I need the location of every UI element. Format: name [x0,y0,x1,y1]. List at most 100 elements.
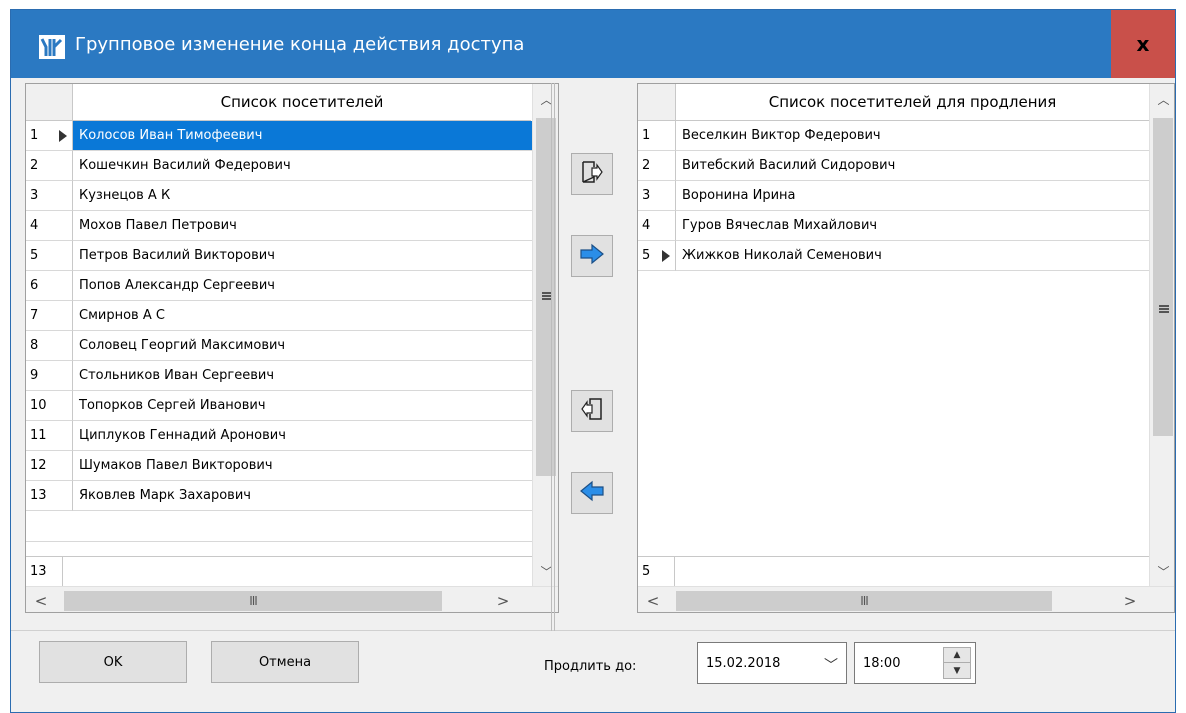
hscroll-grip: III [249,594,258,608]
visitor-name-cell: Стольников Иван Сергеевич [73,361,532,391]
table-row[interactable]: 2 Витебский Василий Сидорович [638,151,1149,181]
extension-horizontal-scrollbar[interactable]: < III > [638,586,1174,612]
row-number: 3 [26,181,73,211]
visitor-name-cell: Циплуков Геннадий Аронович [73,421,532,451]
table-row[interactable]: 10 Топорков Сергей Иванович [26,391,532,421]
move-left-button[interactable] [571,472,613,514]
visitor-name-cell: Петров Василий Викторович [73,241,532,271]
extension-visitors-column-header[interactable]: Список посетителей для продления [676,84,1149,121]
move-all-right-button[interactable] [571,153,613,195]
extend-time-value: 18:00 [863,655,901,671]
visitors-column-header[interactable]: Список посетителей [73,84,531,121]
table-row[interactable]: 2 Кошечкин Василий Федерович [26,151,532,181]
chevron-down-icon[interactable]: ﹀ [824,655,838,675]
extension-footer-row: 5 [638,556,1149,586]
visitor-name-cell: Веселкин Виктор Федерович [676,121,1149,151]
splitter[interactable] [551,83,555,631]
table-row[interactable]: 1 Веселкин Виктор Федерович [638,121,1149,151]
extension-visitors-grid[interactable]: Список посетителей для продления 1 Веселк… [637,83,1175,613]
extend-time-field[interactable]: 18:00 ▲ ▼ [854,642,976,684]
visitor-name-cell: Жижков Николай Семенович [676,241,1149,271]
table-row[interactable]: 6 Попов Александр Сергеевич [26,271,532,301]
table-row[interactable]: 7 Смирнов А С [26,301,532,331]
row-number: 13 [26,481,73,511]
row-number: 7 [26,301,73,331]
row-number: 3 [638,181,676,211]
visitor-name-cell: Яковлев Марк Захарович [73,481,532,511]
current-row-pointer-icon [662,250,670,262]
table-row[interactable]: 8 Соловец Георгий Максимович [26,331,532,361]
row-number: 12 [26,451,73,481]
visitor-name-cell: Смирнов А С [73,301,532,331]
extend-until-label: Продлить до: [544,659,637,674]
table-row[interactable]: 3 Воронина Ирина [638,181,1149,211]
row-number: 8 [26,331,73,361]
app-logo-icon [39,35,65,59]
row-number: 4 [638,211,676,241]
visitor-name-cell: Воронина Ирина [676,181,1149,211]
visitors-horizontal-scrollbar[interactable]: < III > [26,586,558,612]
row-number: 5 [26,241,73,271]
hscroll-grip: III [860,594,869,608]
row-number: 1 [638,121,676,151]
visitor-name-cell: Гуров Вячеслав Михайлович [676,211,1149,241]
row-number: 9 [26,361,73,391]
scroll-thumb[interactable] [1153,118,1173,436]
dialog-window: Групповое изменение конца действия досту… [10,9,1176,713]
time-spinner[interactable]: ▲ ▼ [943,647,971,679]
row-number: 2 [26,151,73,181]
move-all-left-icon [580,396,604,426]
table-row[interactable]: 3 Кузнецов А К [26,181,532,211]
visitors-grid[interactable]: Список посетителей 1 Колосов Иван Тимофее… [25,83,559,613]
scroll-down-icon[interactable]: ﹀ [533,556,558,586]
scroll-right-icon[interactable]: > [1115,587,1145,612]
move-all-left-button[interactable] [571,390,613,432]
visitor-name-cell: Витебский Василий Сидорович [676,151,1149,181]
arrow-left-icon [579,479,605,507]
table-row[interactable]: 11 Циплуков Геннадий Аронович [26,421,532,451]
row-indicator-header [26,84,73,121]
table-row[interactable]: 9 Стольников Иван Сергеевич [26,361,532,391]
visitor-name-cell: Топорков Сергей Иванович [73,391,532,421]
close-button[interactable]: x [1111,10,1175,78]
cancel-button[interactable]: Отмена [211,641,359,683]
extension-vertical-scrollbar[interactable]: ︿ ﹀ [1149,84,1174,586]
spin-down-icon[interactable]: ▼ [944,663,970,678]
table-row[interactable]: 1 Колосов Иван Тимофеевич [26,121,532,151]
table-row[interactable]: 13 Яковлев Марк Захарович [26,481,532,511]
scroll-up-icon[interactable]: ︿ [1150,84,1174,114]
table-row[interactable]: 12 Шумаков Павел Викторович [26,451,532,481]
visitor-name-cell: Соловец Георгий Максимович [73,331,532,361]
arrow-right-icon [579,242,605,270]
visitors-footer-row: 13 [26,556,532,586]
extend-date-picker[interactable]: 15.02.2018 ﹀ [697,642,847,684]
empty-row [26,512,532,542]
row-number: 10 [26,391,73,421]
row-indicator-header [638,84,676,121]
scroll-left-icon[interactable]: < [638,587,668,612]
extend-date-value: 15.02.2018 [706,655,781,671]
hscroll-thumb[interactable]: III [64,591,442,611]
bottom-splitter[interactable] [551,613,555,631]
scroll-up-icon[interactable]: ︿ [533,84,558,114]
spin-up-icon[interactable]: ▲ [944,648,970,663]
title-bar: Групповое изменение конца действия досту… [11,10,1175,78]
scroll-right-icon[interactable]: > [488,587,518,612]
current-row-pointer-icon [59,130,67,142]
visitor-name-cell: Попов Александр Сергеевич [73,271,532,301]
ok-button[interactable]: OK [39,641,187,683]
scroll-down-icon[interactable]: ﹀ [1150,556,1174,586]
table-row[interactable]: 5 Жижков Николай Семенович [638,241,1149,271]
hscroll-thumb[interactable]: III [676,591,1052,611]
scroll-left-icon[interactable]: < [26,587,56,612]
table-row[interactable]: 4 Мохов Павел Петрович [26,211,532,241]
row-number: 11 [26,421,73,451]
move-right-button[interactable] [571,235,613,277]
move-all-right-icon [580,159,604,189]
table-row[interactable]: 4 Гуров Вячеслав Михайлович [638,211,1149,241]
window-title: Групповое изменение конца действия досту… [75,34,525,55]
visitor-name-cell: Шумаков Павел Викторович [73,451,532,481]
table-row[interactable]: 5 Петров Василий Викторович [26,241,532,271]
visitor-name-cell: Мохов Павел Петрович [73,211,532,241]
row-number: 6 [26,271,73,301]
